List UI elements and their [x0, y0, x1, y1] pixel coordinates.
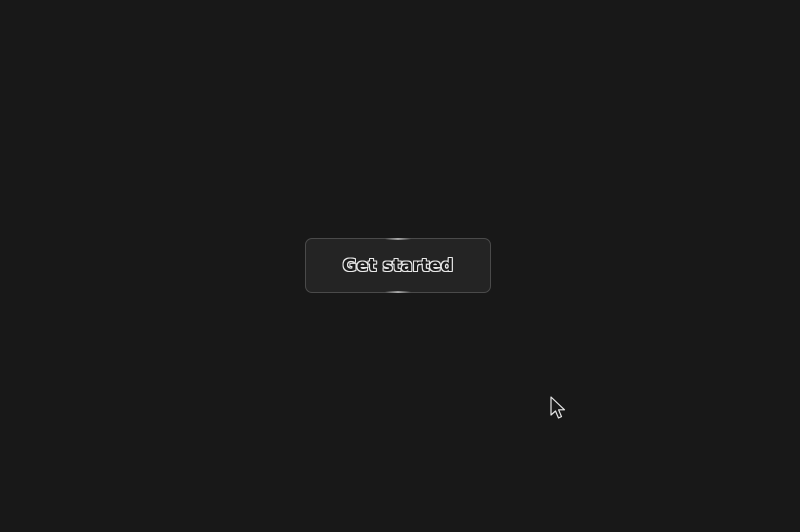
get-started-label: Get started: [342, 255, 454, 276]
page-background: Get started: [0, 0, 800, 532]
mouse-cursor-icon: [550, 396, 566, 419]
get-started-button[interactable]: Get started: [305, 238, 491, 293]
